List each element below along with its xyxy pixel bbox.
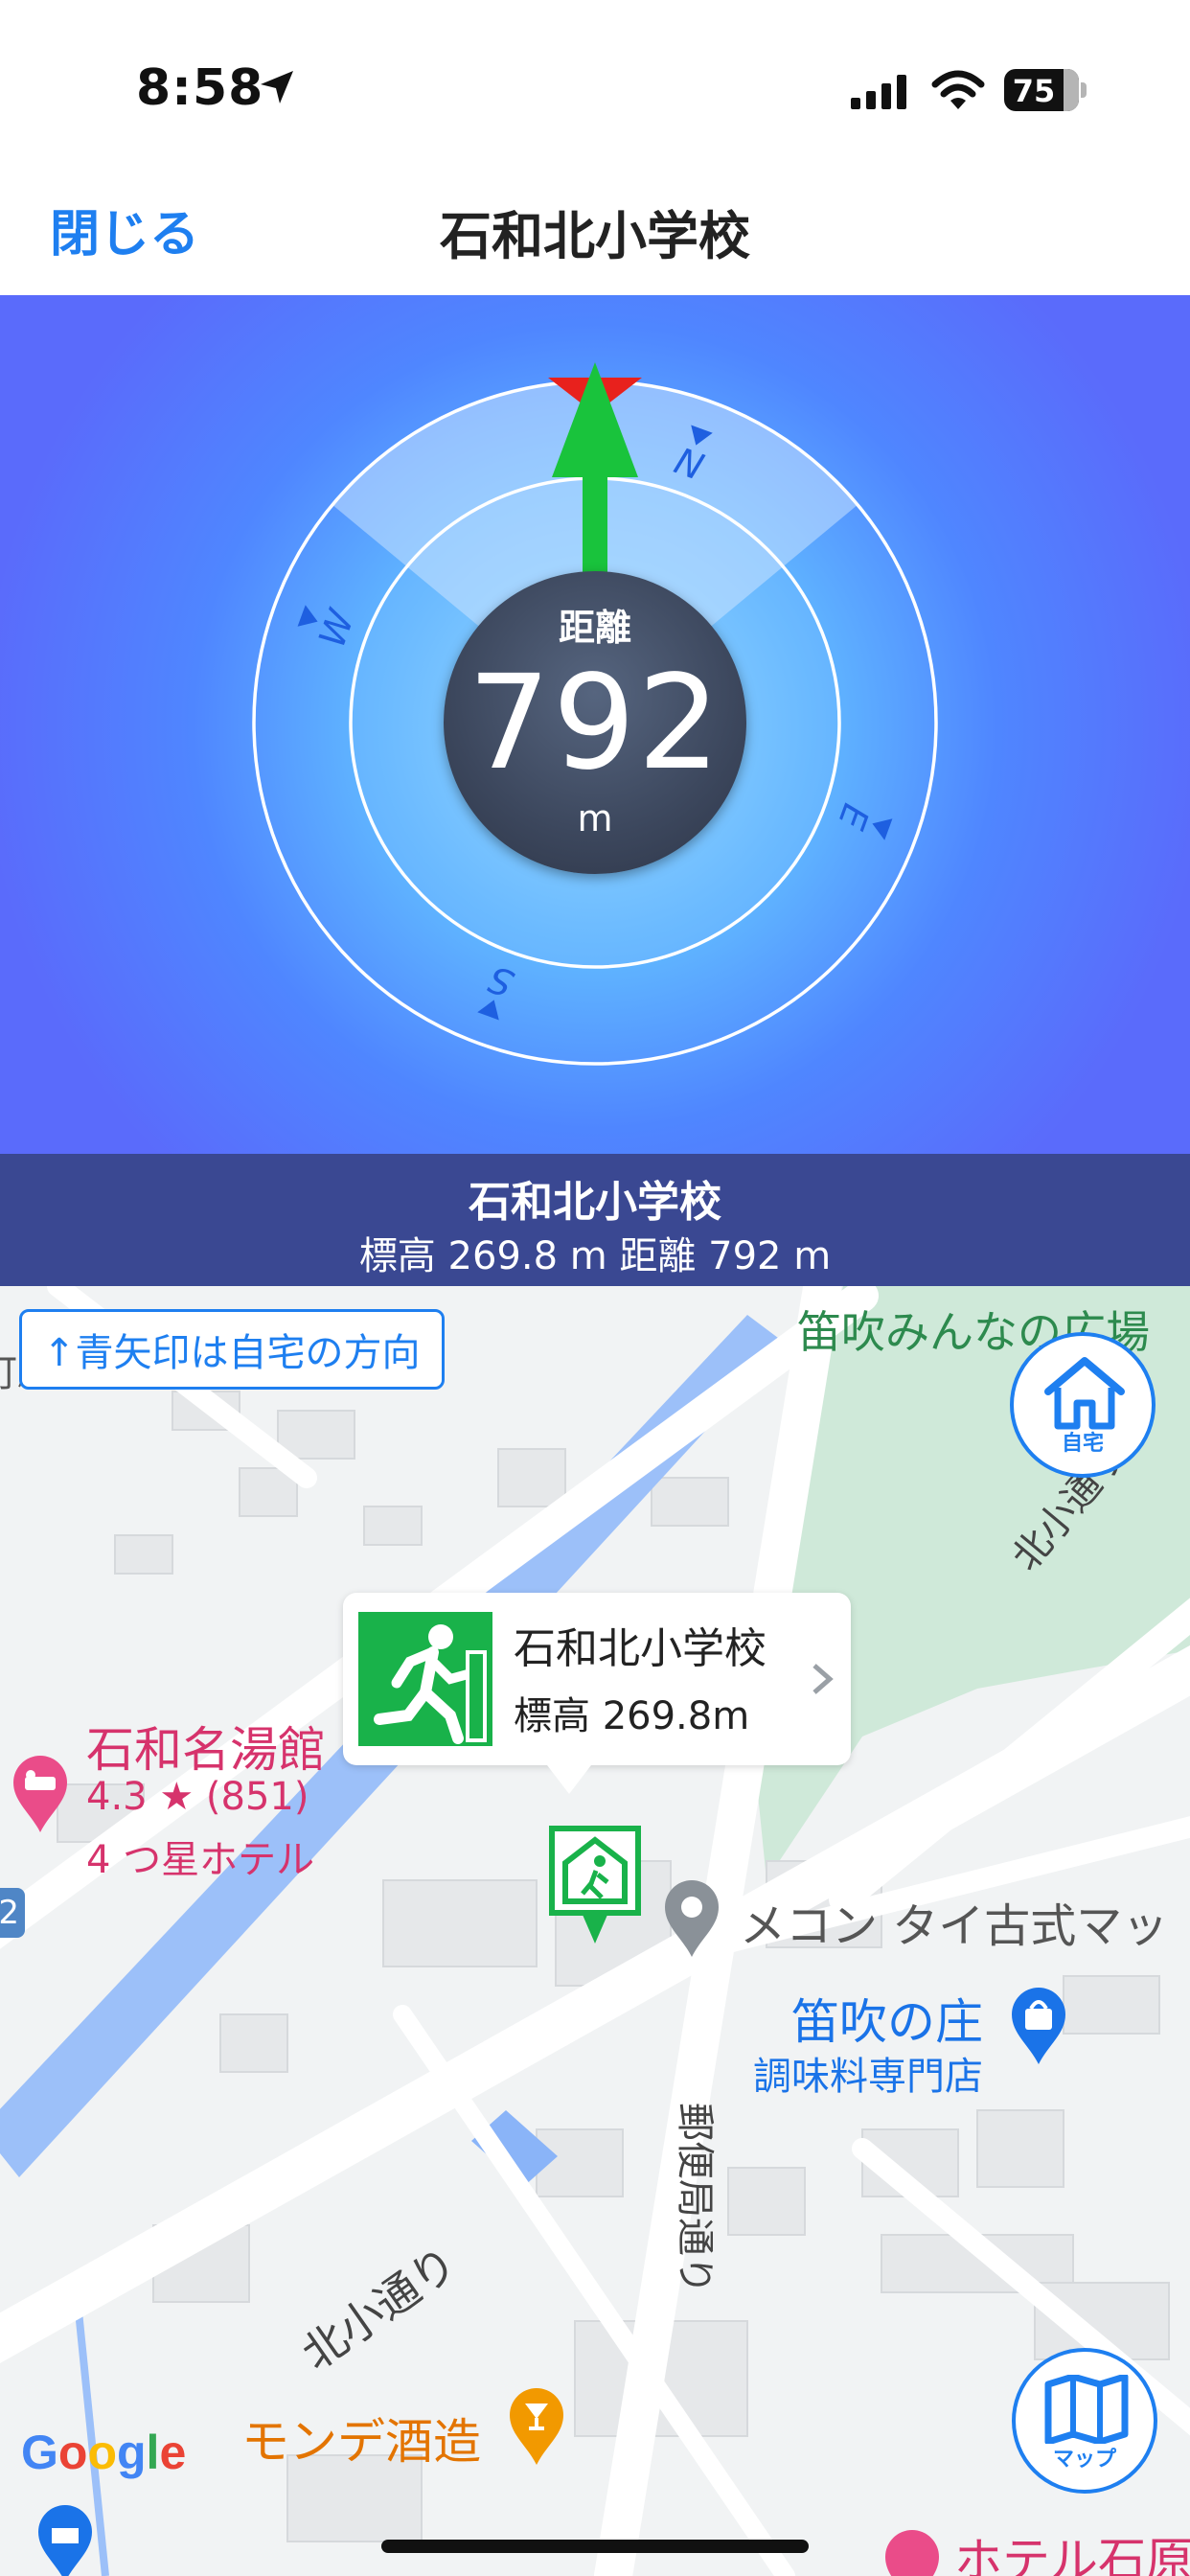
hotel-name[interactable]: 石和名湯館 <box>86 1712 326 1781</box>
brewery-label[interactable]: モンデ酒造 <box>241 2404 481 2472</box>
south-marker: S <box>477 957 519 1021</box>
route-badge: 2 <box>0 1888 25 1938</box>
place-callout[interactable]: 石和北小学校 標高 269.8m <box>343 1593 851 1765</box>
evacuation-site-pin-icon[interactable] <box>548 1825 642 1947</box>
distance-dial: 距離 792 m <box>444 571 746 874</box>
distance-value: 792 <box>468 648 722 799</box>
map-icon <box>1044 2375 1129 2444</box>
shopping-bag-pin-icon[interactable] <box>1008 1986 1069 2066</box>
hotel-pin-icon-2[interactable] <box>881 2528 943 2576</box>
west-marker: W <box>297 603 363 653</box>
direction-hint: ↑青矢印は自宅の方向 <box>19 1309 445 1390</box>
callout-tail <box>544 1761 594 1794</box>
east-marker: E <box>830 798 893 840</box>
status-time: 8:58 <box>136 59 264 117</box>
chevron-right-icon <box>812 1664 834 1694</box>
shop-name[interactable]: 笛吹の庄 <box>791 1984 983 2053</box>
place-pin-icon[interactable] <box>661 1878 722 1959</box>
wifi-icon <box>931 70 985 109</box>
hotel-pin-icon[interactable] <box>10 1754 71 1834</box>
route-badge-label: 2 <box>0 1894 19 1932</box>
east-label: E <box>830 798 878 835</box>
road-label-yubinkyoku: 郵便局通り <box>673 2103 717 2294</box>
page-title: 石和北小学校 <box>440 206 750 266</box>
navigation-bar: 閉じる 石和北小学校 <box>0 172 1190 295</box>
map-button[interactable]: マップ <box>1012 2348 1157 2494</box>
battery-icon: 75 <box>1004 69 1087 111</box>
status-bar: 8:58 75 <box>0 0 1190 172</box>
hotel2-label[interactable]: ホテル石原 <box>954 2522 1190 2576</box>
distance-unit: m <box>577 797 613 840</box>
hotel-type: 4 つ星ホテル <box>86 1838 315 1882</box>
location-arrow-icon <box>261 71 293 104</box>
distance-label: 距離 <box>558 607 631 649</box>
home-button-label: 自宅 <box>1061 1432 1104 1456</box>
destination-details: 標高 269.8 m 距離 792 m <box>358 1234 832 1278</box>
battery-level: 75 <box>1012 73 1056 109</box>
bank-pin-icon[interactable] <box>34 2503 96 2576</box>
west-label: W <box>310 603 363 653</box>
south-label: S <box>483 957 519 1005</box>
destination-info-bar: 石和北小学校 標高 269.8 m 距離 792 m <box>0 1154 1190 1286</box>
google-logo: Google <box>21 2426 187 2479</box>
cellular-signal-icon <box>851 75 906 109</box>
map-view[interactable]: 笛吹みんなの広場 町駅前 北小通り 北小通り 郵便局通り ↑青矢印は自宅の方向 … <box>0 1286 1190 2576</box>
callout-place-name: 石和北小学校 <box>514 1624 767 1673</box>
compass-panel: N E S W 距離 792 m <box>0 295 1190 1154</box>
thai-massage-label[interactable]: メコン タイ古式マッ <box>740 1888 1168 1955</box>
emergency-exit-icon <box>358 1612 492 1746</box>
bar-pin-icon[interactable] <box>506 2386 567 2467</box>
callout-elevation: 標高 269.8m <box>514 1694 750 1738</box>
shop-type: 調味料専門店 <box>753 2055 983 2099</box>
home-button[interactable]: 自宅 <box>1010 1332 1156 1478</box>
map-button-label: マップ <box>1052 2448 1116 2472</box>
home-indicator[interactable] <box>381 2540 809 2553</box>
hotel-rating: 4.3 ★ (851) <box>86 1775 309 1819</box>
house-icon <box>1044 1357 1125 1430</box>
destination-name: 石和北小学校 <box>469 1178 721 1227</box>
